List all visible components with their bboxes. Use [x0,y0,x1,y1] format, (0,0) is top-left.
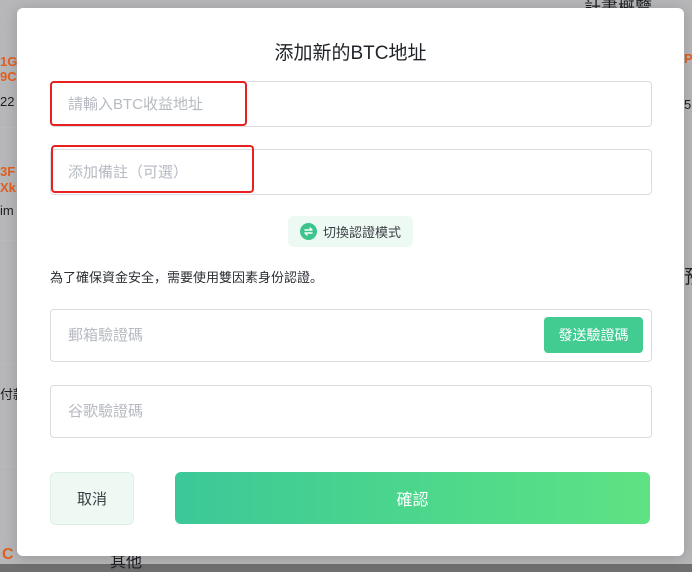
bg-text: P [684,51,692,66]
google-code-input[interactable] [51,386,548,437]
switch-auth-mode-button[interactable]: 切換認證模式 [288,216,413,247]
send-code-button[interactable]: 發送驗證碼 [544,317,643,353]
bg-text: 5 [684,97,692,112]
email-code-field[interactable]: 發送驗證碼 [50,309,652,362]
bg-divider [0,466,17,467]
bg-text: 22 [0,94,15,109]
remark-input[interactable] [51,150,548,194]
bg-text: 3F [0,164,16,179]
add-btc-address-dialog: 添加新的BTC地址 切換認證模式 為了確保資金安全，需要使用雙因素身份認證。 發… [17,8,684,556]
swap-arrows-icon [299,223,317,240]
bg-text: C [2,546,14,563]
bg-text: im [0,203,14,218]
confirm-button[interactable]: 確認 [175,472,650,524]
remark-field[interactable] [50,149,652,195]
bg-divider [684,240,692,241]
cancel-button[interactable]: 取消 [50,472,134,525]
google-code-field[interactable] [50,385,652,438]
bg-divider [0,127,17,128]
switch-auth-mode-label: 切換認證模式 [322,225,401,240]
bg-divider [0,363,17,364]
bg-text: 1G [0,54,18,69]
bg-text: Xk [0,180,16,195]
two-factor-notice: 為了確保資金安全，需要使用雙因素身份認證。 [50,270,324,285]
bg-divider [684,465,692,466]
email-code-input[interactable] [51,310,428,361]
bg-divider [0,240,17,241]
bg-text: 9C [0,69,17,84]
btc-address-input[interactable] [51,82,548,126]
dialog-title: 添加新的BTC地址 [274,43,427,64]
btc-address-field[interactable] [50,81,652,127]
bg-text: 預 [684,262,692,289]
